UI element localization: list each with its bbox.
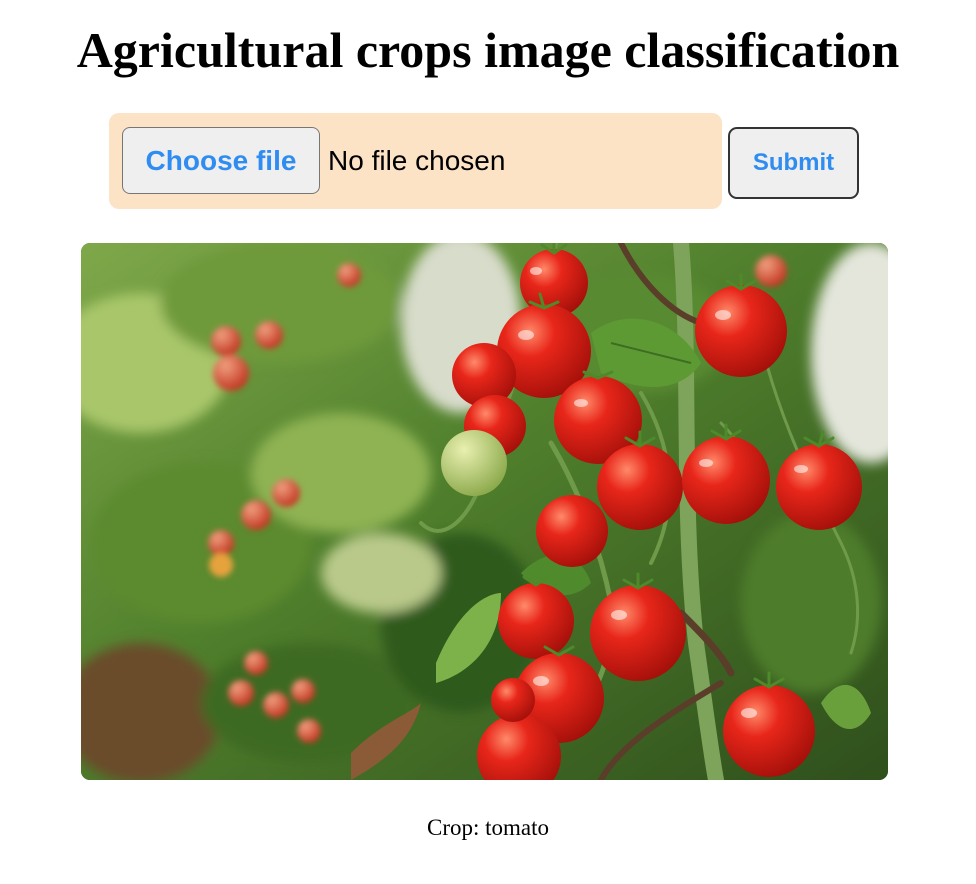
prediction-result: Crop: tomato <box>426 815 550 840</box>
file-input-box[interactable]: Choose file No file chosen <box>109 113 722 209</box>
tomato-plant-photo <box>81 243 888 780</box>
submit-button[interactable]: Submit <box>728 127 859 199</box>
upload-form: Choose file No file chosen Submit <box>109 113 869 209</box>
uploaded-crop-image <box>81 243 888 780</box>
choose-file-button[interactable]: Choose file <box>122 127 320 194</box>
page-title: Agricultural crops image classification <box>76 22 900 78</box>
file-status-text: No file chosen <box>328 145 506 176</box>
